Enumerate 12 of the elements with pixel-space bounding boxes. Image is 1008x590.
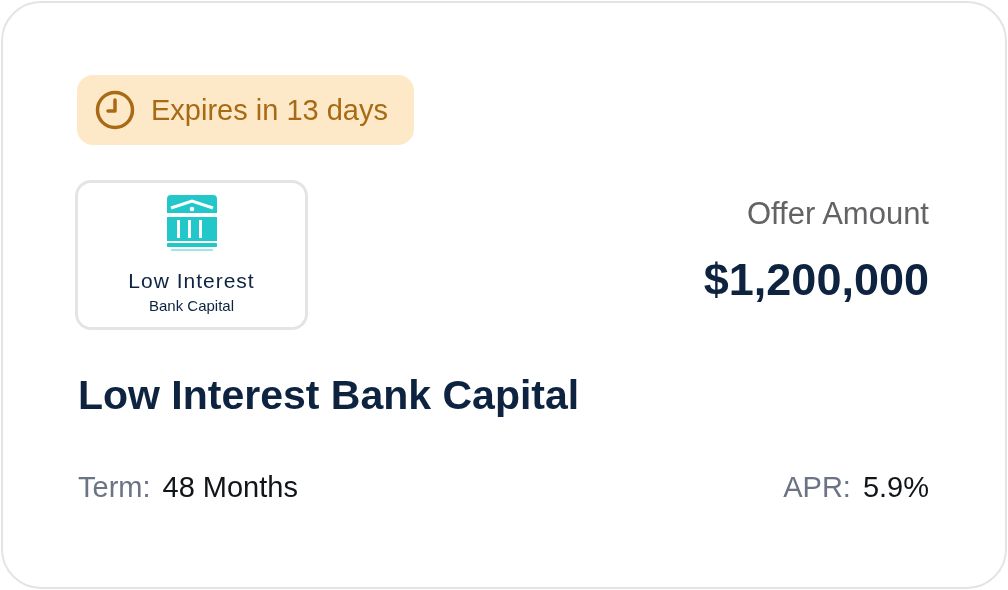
logo-subtitle: Bank Capital xyxy=(148,297,235,314)
logo-title: Low Interest xyxy=(128,269,255,293)
term-value: 48 Months xyxy=(162,471,298,504)
apr-label: APR: xyxy=(783,471,851,504)
clock-icon xyxy=(95,90,135,130)
term-label: Term: xyxy=(78,471,151,504)
bank-icon xyxy=(166,195,217,251)
lender-name: Low Interest Bank Capital xyxy=(78,372,581,419)
apr-value: 5.9% xyxy=(862,471,929,504)
offer-amount: $1,200,000 xyxy=(703,254,929,306)
expiry-text: Expires in 13 days xyxy=(151,93,388,127)
offer-label: Offer Amount xyxy=(746,196,929,232)
